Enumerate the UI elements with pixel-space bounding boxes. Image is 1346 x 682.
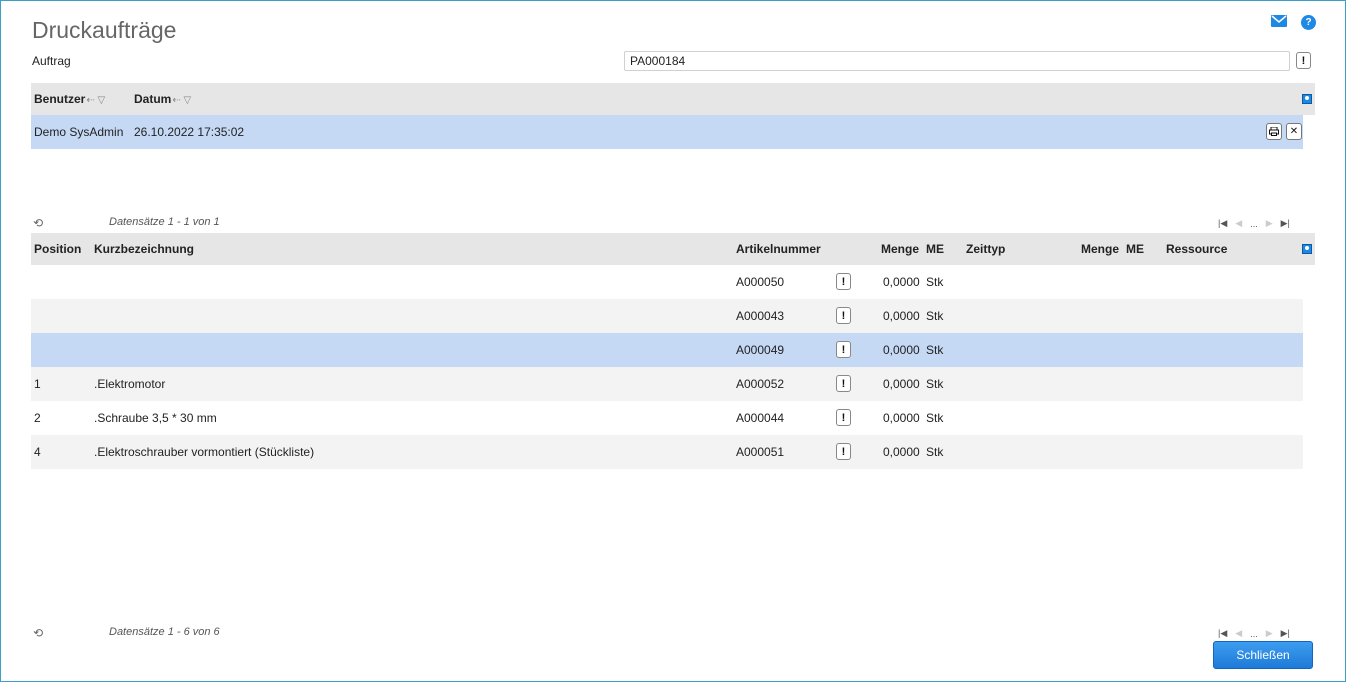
article-lookup-button[interactable]: ! — [836, 409, 851, 426]
article-lookup-button[interactable]: ! — [836, 273, 851, 290]
cell-description: .Elektroschrauber vormontiert (Stücklist… — [94, 445, 315, 459]
table-row[interactable]: 4 .Elektroschrauber vormontiert (Stückli… — [31, 435, 1303, 469]
cell-unit: Stk — [926, 377, 944, 391]
cell-article: A000044 — [736, 411, 785, 425]
table-row[interactable]: Demo SysAdmin 26.10.2022 17:35:02 ✕ — [31, 115, 1303, 149]
order-label: Auftrag — [32, 54, 71, 68]
cell-unit: Stk — [926, 445, 944, 459]
last-page-icon[interactable]: ▶| — [1281, 218, 1290, 229]
column-header-unit2[interactable]: ME — [1126, 233, 1144, 265]
next-page-icon[interactable]: ▶ — [1266, 628, 1273, 639]
close-button[interactable]: Schließen — [1213, 641, 1313, 669]
order-input[interactable] — [624, 51, 1290, 71]
cell-unit: Stk — [926, 275, 944, 289]
cell-date: 26.10.2022 17:35:02 — [134, 125, 245, 139]
article-lookup-button[interactable]: ! — [836, 443, 851, 460]
column-header-resource[interactable]: Ressource — [1166, 233, 1227, 265]
cell-qty: 0,0000 — [883, 275, 920, 289]
first-page-icon[interactable]: |◀ — [1218, 218, 1227, 229]
cell-description: .Schraube 3,5 * 30 mm — [94, 411, 217, 425]
table-row[interactable]: 1 .Elektromotor A000052 ! 0,0000 Stk — [31, 367, 1303, 401]
top-icons: ? — [1271, 15, 1316, 30]
column-header-time-type[interactable]: Zeittyp — [966, 233, 1005, 265]
table-row[interactable]: 2 .Schraube 3,5 * 30 mm A000044 ! 0,0000… — [31, 401, 1303, 435]
cell-qty: 0,0000 — [883, 343, 920, 357]
table-row[interactable]: A000049 ! 0,0000 Stk — [31, 333, 1303, 367]
pager-nav: |◀ ◀ ... ▶ ▶| — [1218, 218, 1290, 229]
pager-info: Datensätze 1 - 1 von 1 — [109, 216, 220, 228]
print-icon[interactable] — [1266, 123, 1282, 140]
cell-article: A000043 — [736, 309, 785, 323]
page-ellipsis: ... — [1250, 218, 1258, 229]
column-header-date[interactable]: Datum⇠ ▽ — [134, 83, 191, 117]
page-title: Druckaufträge — [32, 17, 177, 43]
cell-user: Demo SysAdmin — [34, 125, 124, 139]
help-icon[interactable]: ? — [1301, 15, 1316, 30]
cell-qty: 0,0000 — [883, 377, 920, 391]
cell-article: A000049 — [736, 343, 785, 357]
column-header-article[interactable]: Artikelnummer — [736, 233, 821, 265]
cell-position: 1 — [34, 377, 41, 391]
article-lookup-button[interactable]: ! — [836, 341, 851, 358]
jobs-grid-header: Benutzer⇠ ▽ Datum⇠ ▽ — [31, 83, 1315, 115]
sort-filter-icon[interactable]: ⇠ ▽ — [172, 85, 191, 117]
column-header-qty2[interactable]: Menge — [1081, 233, 1119, 265]
table-row[interactable]: A000050 ! 0,0000 Stk — [31, 265, 1303, 299]
cell-article: A000050 — [736, 275, 785, 289]
sort-filter-icon[interactable]: ⇠ ▽ — [86, 85, 105, 117]
first-page-icon[interactable]: |◀ — [1218, 628, 1227, 639]
article-lookup-button[interactable]: ! — [836, 375, 851, 392]
column-settings-icon[interactable] — [1302, 94, 1312, 104]
column-header-user[interactable]: Benutzer⇠ ▽ — [34, 83, 105, 117]
items-grid-header: Position Kurzbezeichnung Artikelnummer M… — [31, 233, 1315, 265]
cell-unit: Stk — [926, 343, 944, 357]
pager-info: Datensätze 1 - 6 von 6 — [109, 626, 220, 638]
column-header-position[interactable]: Position — [34, 233, 81, 265]
last-page-icon[interactable]: ▶| — [1281, 628, 1290, 639]
cell-qty: 0,0000 — [883, 309, 920, 323]
cell-article: A000052 — [736, 377, 785, 391]
prev-page-icon[interactable]: ◀ — [1235, 628, 1242, 639]
cell-unit: Stk — [926, 411, 944, 425]
table-row[interactable]: A000043 ! 0,0000 Stk — [31, 299, 1303, 333]
order-lookup-button[interactable]: ! — [1296, 52, 1311, 69]
cell-position: 2 — [34, 411, 41, 425]
cell-description: .Elektromotor — [94, 377, 166, 391]
page-ellipsis: ... — [1250, 628, 1258, 639]
refresh-icon[interactable]: ⟲ — [33, 626, 43, 640]
article-lookup-button[interactable]: ! — [836, 307, 851, 324]
column-settings-icon[interactable] — [1302, 244, 1312, 254]
cell-position: 4 — [34, 445, 41, 459]
column-header-description[interactable]: Kurzbezeichnung — [94, 233, 194, 265]
prev-page-icon[interactable]: ◀ — [1235, 218, 1242, 229]
cell-unit: Stk — [926, 309, 944, 323]
cell-qty: 0,0000 — [883, 445, 920, 459]
column-header-unit[interactable]: ME — [926, 233, 944, 265]
cell-article: A000051 — [736, 445, 785, 459]
delete-icon[interactable]: ✕ — [1286, 123, 1302, 140]
next-page-icon[interactable]: ▶ — [1266, 218, 1273, 229]
mail-icon[interactable] — [1271, 15, 1287, 30]
pager-nav: |◀ ◀ ... ▶ ▶| — [1218, 628, 1290, 639]
cell-qty: 0,0000 — [883, 411, 920, 425]
column-header-qty[interactable]: Menge — [881, 233, 919, 265]
refresh-icon[interactable]: ⟲ — [33, 216, 43, 230]
